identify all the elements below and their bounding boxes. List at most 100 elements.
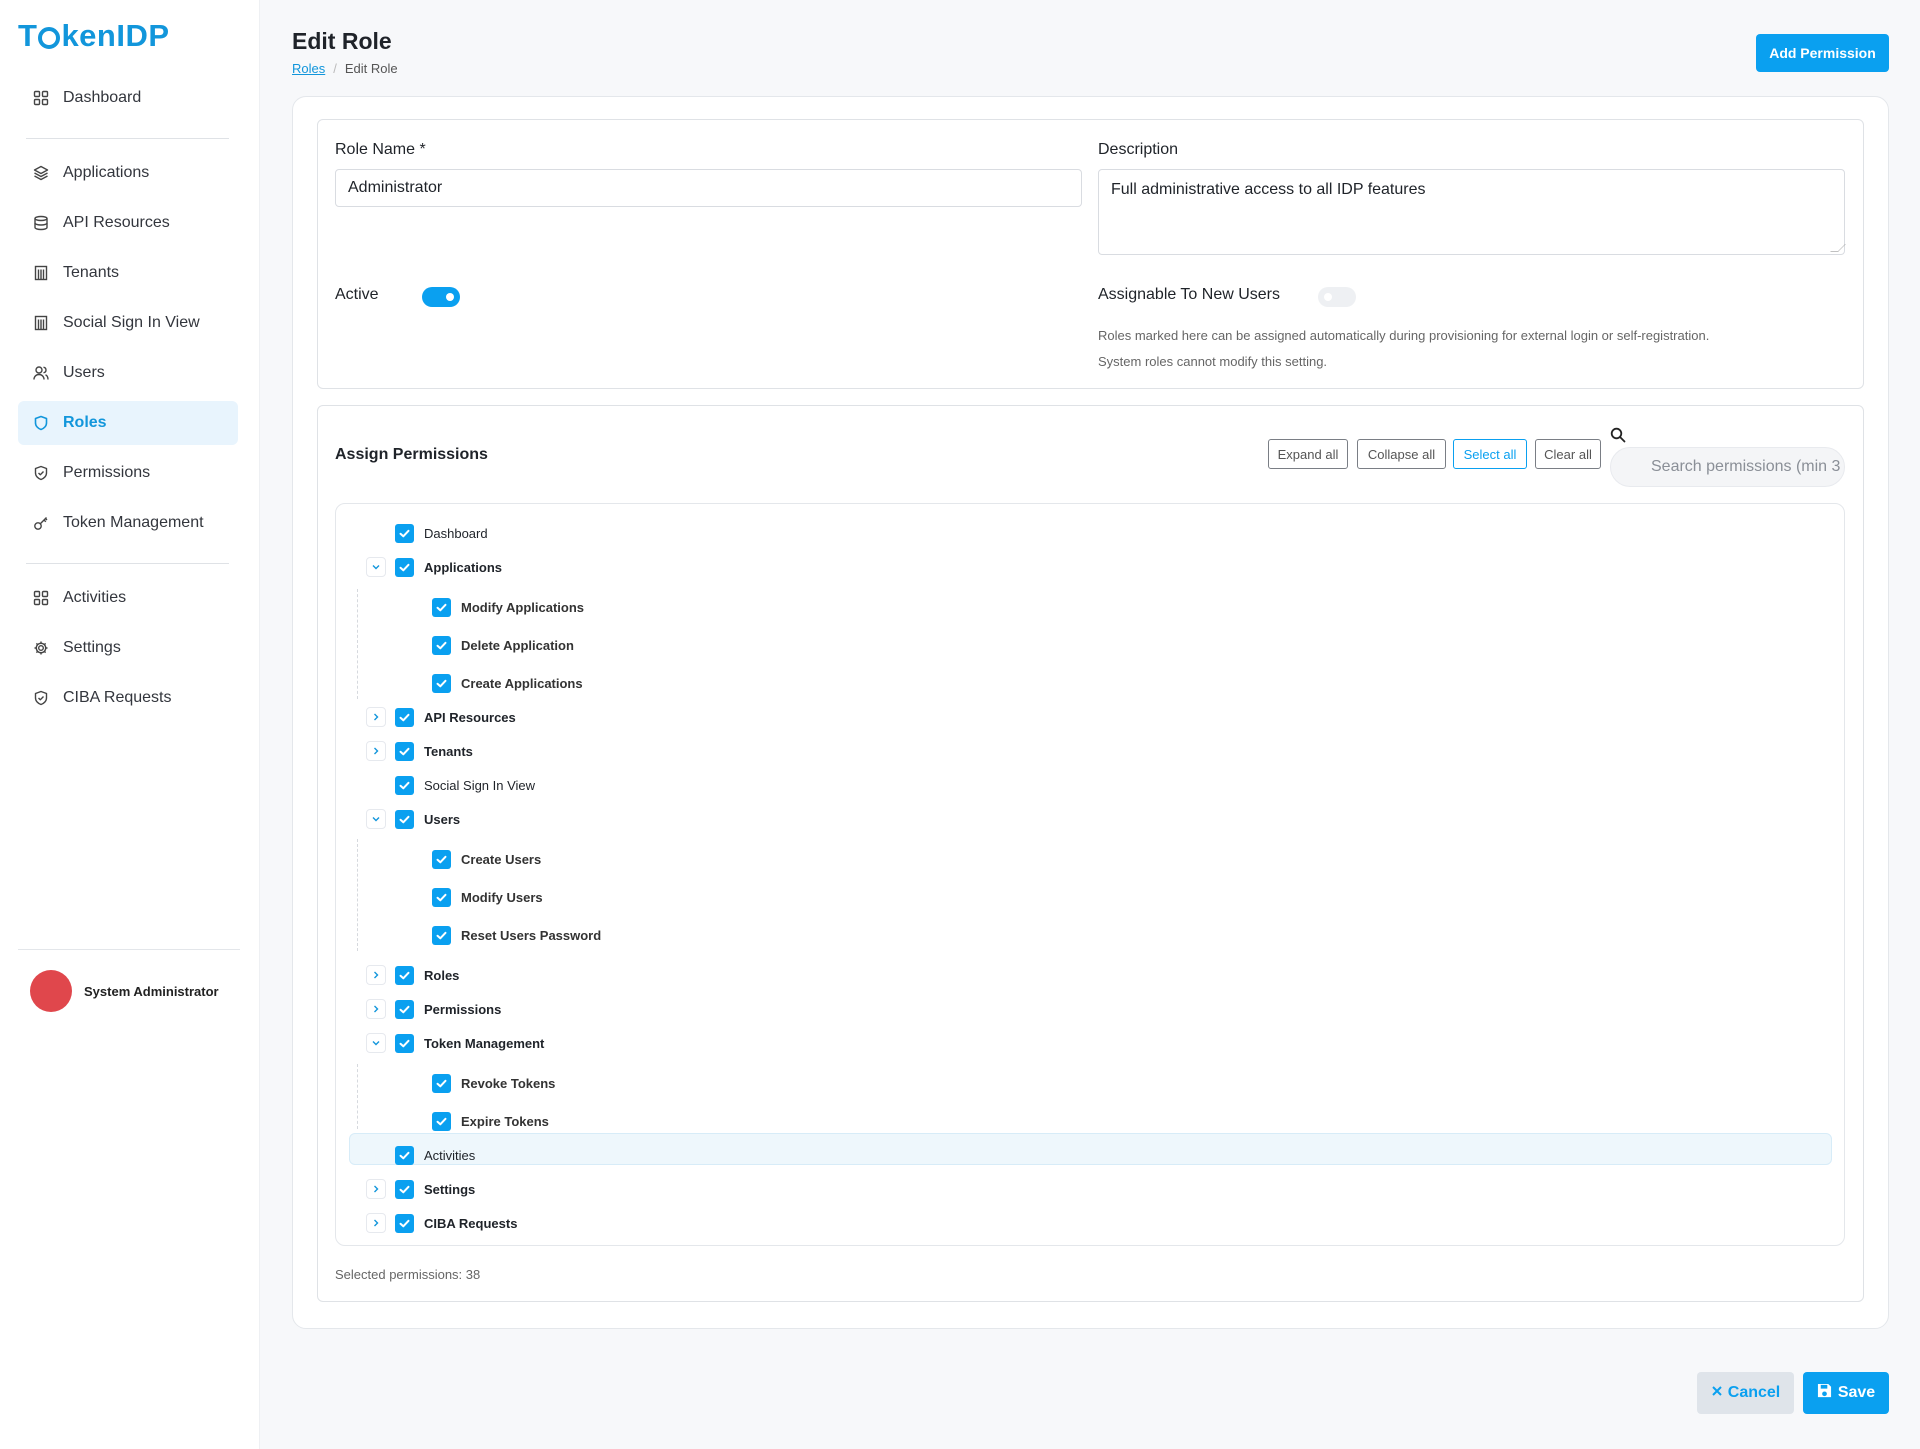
permission-label: CIBA Requests — [424, 1215, 518, 1231]
sidebar-item-users[interactable]: Users — [18, 351, 238, 395]
permission-label: Delete Application — [461, 637, 574, 653]
sidebar-item-dashboard[interactable]: Dashboard — [18, 76, 238, 120]
description-textarea[interactable]: Full administrative access to all IDP fe… — [1098, 169, 1846, 255]
permission-row-create-users: Create Users — [432, 847, 541, 871]
permission-row-reset-users-password: Reset Users Password — [432, 923, 601, 947]
avatar[interactable] — [30, 970, 72, 1012]
chevron-down-icon[interactable] — [366, 557, 386, 577]
checkbox-reset-users-password[interactable] — [432, 925, 451, 945]
key-icon — [32, 514, 50, 532]
select-all-button[interactable]: Select all — [1453, 439, 1527, 469]
chevron-right-icon[interactable] — [366, 707, 386, 727]
sidebar-item-social-sign-in-view[interactable]: Social Sign In View — [18, 301, 238, 345]
checkbox-tenants[interactable] — [395, 741, 414, 761]
checkbox-settings[interactable] — [395, 1179, 414, 1199]
chevron-right-icon[interactable] — [366, 999, 386, 1019]
permission-row-delete-application: Delete Application — [432, 633, 574, 657]
checkbox-activities[interactable] — [395, 1145, 414, 1165]
checkbox-permissions[interactable] — [395, 999, 414, 1019]
shield-check-icon — [32, 464, 50, 482]
logo-ring-icon — [38, 27, 61, 49]
permission-label: Roles — [424, 967, 460, 983]
page-title: Edit Role — [292, 28, 392, 54]
assignable-toggle[interactable] — [1318, 287, 1356, 307]
permission-label: API Resources — [424, 709, 516, 725]
permission-label: Users — [424, 811, 461, 827]
logo-text-prefix: T — [18, 18, 38, 53]
description-label: Description — [1098, 141, 1179, 158]
sidebar-item-roles[interactable]: Roles — [18, 401, 238, 445]
chevron-right-icon[interactable] — [366, 1213, 386, 1233]
checkbox-dashboard[interactable] — [395, 523, 414, 543]
gear-icon — [32, 639, 50, 657]
checkbox-token-management[interactable] — [395, 1033, 414, 1053]
search-icon[interactable] — [1610, 427, 1626, 443]
grid-icon — [32, 89, 50, 107]
permission-row-activities: Activities — [395, 1143, 475, 1167]
sidebar-item-token-management[interactable]: Token Management — [18, 501, 238, 545]
sidebar-item-ciba-requests[interactable]: CIBA Requests — [18, 676, 238, 720]
sidebar-item-settings[interactable]: Settings — [18, 626, 238, 670]
checkbox-expire-tokens[interactable] — [432, 1111, 451, 1131]
permission-row-roles: Roles — [395, 963, 459, 987]
permission-row-social-sign-in-view: Social Sign In View — [395, 773, 535, 797]
sidebar-item-tenants[interactable]: Tenants — [18, 251, 238, 295]
sidebar-item-api-resources[interactable]: API Resources — [18, 201, 238, 245]
permission-row-expire-tokens: Expire Tokens — [432, 1109, 549, 1133]
sidebar-item-permissions[interactable]: Permissions — [18, 451, 238, 495]
sidebar-item-activities[interactable]: Activities — [18, 576, 238, 620]
sidebar-item-label: Applications — [63, 164, 150, 181]
sidebar-item-applications[interactable]: Applications — [18, 151, 238, 195]
permission-row-create-applications: Create Applications — [432, 671, 583, 695]
tokenidp-logo[interactable]: TkenIDP — [18, 18, 170, 54]
breadcrumb-roles-link[interactable]: Roles — [292, 61, 325, 76]
permission-label: Settings — [424, 1181, 476, 1197]
sidebar-item-label: API Resources — [63, 214, 170, 231]
users-icon — [32, 364, 50, 382]
chevron-down-icon[interactable] — [366, 1033, 386, 1053]
checkbox-delete-application[interactable] — [432, 635, 451, 655]
user-name: System Administrator — [84, 983, 219, 999]
checkbox-social-sign-in-view[interactable] — [395, 775, 414, 795]
chevron-right-icon[interactable] — [366, 741, 386, 761]
chevron-right-icon[interactable] — [366, 1179, 386, 1199]
checkbox-create-applications[interactable] — [432, 673, 451, 693]
save-button[interactable]: Save — [1803, 1372, 1889, 1414]
chevron-right-icon[interactable] — [366, 965, 386, 985]
sidebar-item-label: Settings — [63, 639, 121, 656]
sidebar-item-label: Token Management — [63, 514, 204, 531]
checkbox-users[interactable] — [395, 809, 414, 829]
checkbox-api-resources[interactable] — [395, 707, 414, 727]
active-toggle[interactable] — [422, 287, 460, 307]
assignable-hint: Roles marked here can be assigned automa… — [1098, 328, 1710, 343]
permission-row-ciba-requests: CIBA Requests — [395, 1211, 517, 1235]
add-permission-button[interactable]: Add Permission — [1756, 34, 1889, 72]
checkbox-modify-users[interactable] — [432, 887, 451, 907]
search-permissions-input[interactable]: Search permissions (min 3 — [1610, 447, 1845, 487]
chevron-down-icon[interactable] — [366, 809, 386, 829]
permission-row-applications: Applications — [395, 555, 502, 579]
checkbox-revoke-tokens[interactable] — [432, 1073, 451, 1093]
checkbox-applications[interactable] — [395, 557, 414, 577]
permission-row-users: Users — [395, 807, 460, 831]
breadcrumb-current: Edit Role — [344, 61, 398, 76]
sidebar-item-label: Users — [63, 364, 105, 381]
clear-all-button[interactable]: Clear all — [1535, 439, 1601, 469]
expand-all-button[interactable]: Expand all — [1268, 439, 1348, 469]
checkbox-modify-applications[interactable] — [432, 597, 451, 617]
permission-label: Modify Applications — [461, 599, 585, 615]
checkbox-ciba-requests[interactable] — [395, 1213, 414, 1233]
role-name-input[interactable]: Administrator — [335, 169, 1082, 207]
sidebar-item-label: Dashboard — [63, 89, 142, 106]
logo-text-suffix: kenIDP — [61, 18, 170, 53]
sidebar-item-label: Tenants — [63, 264, 120, 281]
checkbox-create-users[interactable] — [432, 849, 451, 869]
cancel-button[interactable]: Cancel — [1697, 1372, 1794, 1414]
permission-row-settings: Settings — [395, 1177, 475, 1201]
user-profile[interactable]: System Administrator — [30, 970, 219, 1012]
description-text: Full administrative access to all IDP fe… — [1111, 181, 1426, 198]
collapse-all-button[interactable]: Collapse all — [1357, 439, 1446, 469]
resize-handle-icon[interactable] — [1830, 244, 1846, 252]
checkbox-roles[interactable] — [395, 965, 414, 985]
database-icon — [32, 214, 50, 232]
